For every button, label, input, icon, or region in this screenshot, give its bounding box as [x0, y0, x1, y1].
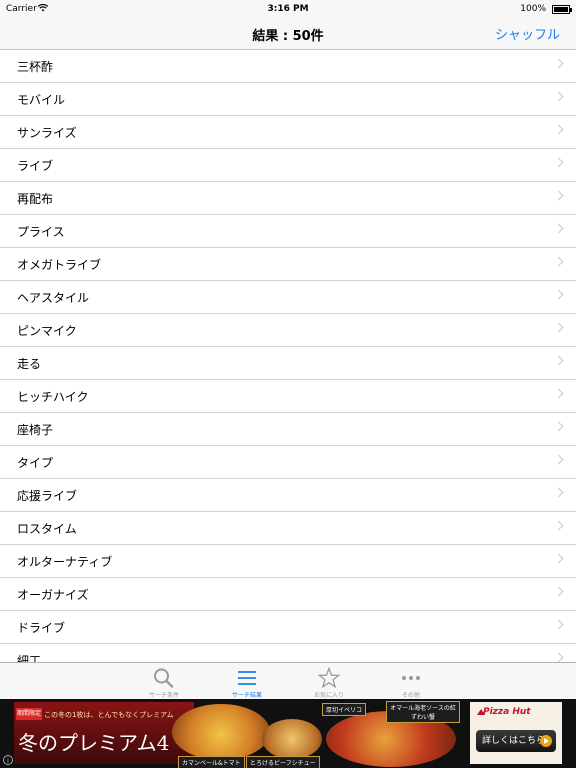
- tab-search-results[interactable]: サーチ結果: [207, 663, 287, 700]
- result-label: ピンマイク: [17, 324, 77, 338]
- tab-search-conditions[interactable]: サーチ条件: [124, 663, 204, 700]
- chevron-right-icon: [553, 586, 564, 597]
- result-row[interactable]: プライス: [0, 215, 576, 248]
- arrow-right-icon: [540, 735, 552, 747]
- result-label: サンライズ: [17, 126, 77, 140]
- navigation-bar: 結果 : 50件 シャッフル: [0, 20, 576, 50]
- chevron-right-icon: [553, 256, 564, 267]
- result-row[interactable]: タイプ: [0, 446, 576, 479]
- result-row[interactable]: 細工: [0, 644, 576, 662]
- result-row[interactable]: 走る: [0, 347, 576, 380]
- status-bar: Carrier 3:16 PM 100%: [0, 0, 576, 20]
- search-icon: [154, 668, 174, 688]
- ad-product-tag: 厚切イベリコ: [322, 703, 367, 716]
- result-row[interactable]: ヘアスタイル: [0, 281, 576, 314]
- result-row[interactable]: 座椅子: [0, 413, 576, 446]
- battery-percent: 100%: [520, 4, 546, 14]
- chevron-right-icon: [553, 553, 564, 564]
- result-list[interactable]: 三杯酢モバイルサンライズライブ再配布プライスオメガトライブ ヘアスタイル ピンマイク…: [0, 50, 576, 662]
- ad-catchphrase: この冬の1枚は、とんでもなくプレミアム: [44, 711, 174, 719]
- chevron-right-icon: [553, 388, 564, 399]
- result-label: 三杯酢: [17, 60, 54, 74]
- ad-headline: 冬のプレミアム4: [18, 731, 170, 755]
- status-time: 3:16 PM: [267, 4, 309, 14]
- ad-product-tag: カマンベール&トマト: [178, 756, 245, 768]
- result-label: 応援ライブ: [17, 489, 78, 503]
- result-label: 座椅子: [17, 423, 54, 437]
- chevron-right-icon: [553, 619, 564, 630]
- result-row[interactable]: 三杯酢: [0, 50, 576, 83]
- tab-label: お気に入り: [313, 692, 344, 699]
- ad-brand-logo: Pizza Hut: [483, 707, 531, 717]
- list-icon: [238, 671, 256, 685]
- shuffle-button[interactable]: シャッフル: [495, 24, 560, 43]
- result-row[interactable]: ロスタイム: [0, 512, 576, 545]
- tab-bar: サーチ条件 サーチ結果 お気に入り その他: [0, 662, 576, 700]
- chevron-right-icon: [553, 124, 564, 135]
- chevron-right-icon: [553, 487, 564, 498]
- result-row[interactable]: オルターナティブ: [0, 545, 576, 578]
- result-label: タイプ: [17, 456, 54, 470]
- result-label: 細工: [17, 654, 42, 662]
- ad-info-icon[interactable]: i: [3, 755, 13, 765]
- pizza-image: [172, 704, 270, 760]
- chevron-right-icon: [553, 652, 564, 662]
- result-label: ヘアスタイル: [17, 291, 90, 305]
- result-row[interactable]: 再配布: [0, 182, 576, 215]
- tab-other[interactable]: その他: [371, 663, 451, 700]
- chevron-right-icon: [553, 289, 564, 300]
- ad-details-button[interactable]: 詳しくはこちら: [476, 730, 556, 752]
- result-label: モバイル: [17, 93, 66, 107]
- tab-label: サーチ条件: [148, 692, 179, 699]
- chevron-right-icon: [553, 454, 564, 465]
- result-row[interactable]: モバイル: [0, 83, 576, 116]
- result-label: ヒッチハイク: [17, 390, 89, 404]
- chevron-right-icon: [553, 157, 564, 168]
- chevron-right-icon: [553, 190, 564, 201]
- chevron-right-icon: [553, 322, 564, 333]
- more-icon: [402, 676, 420, 680]
- result-row[interactable]: オメガトライブ: [0, 248, 576, 281]
- result-label: プライス: [17, 225, 65, 239]
- star-icon: [317, 667, 341, 689]
- result-row[interactable]: サンライズ: [0, 116, 576, 149]
- result-label: 再配布: [17, 192, 54, 206]
- ad-limited-badge: 期間限定: [16, 708, 42, 720]
- tab-label: サーチ結果: [231, 692, 262, 699]
- pizza-image: [262, 719, 322, 759]
- result-row[interactable]: オーガナイズ: [0, 578, 576, 611]
- chevron-right-icon: [553, 223, 564, 234]
- result-label: オルターナティブ: [17, 555, 113, 569]
- result-row[interactable]: 応援ライブ: [0, 479, 576, 512]
- result-label: ロスタイム: [17, 522, 77, 536]
- result-label: ドライブ: [17, 621, 66, 635]
- ad-banner[interactable]: 期間限定 この冬の1枚は、とんでもなくプレミアム 冬のプレミアム4 カマンベール…: [0, 699, 576, 768]
- chevron-right-icon: [553, 58, 564, 69]
- ad-details-label: 詳しくはこちら: [482, 736, 546, 746]
- result-row[interactable]: ヒッチハイク: [0, 380, 576, 413]
- ad-product-tag: とろけるビーフシチュー: [246, 756, 320, 768]
- chevron-right-icon: [553, 520, 564, 531]
- result-row[interactable]: ライブ: [0, 149, 576, 182]
- result-row[interactable]: ドライブ: [0, 611, 576, 644]
- result-row[interactable]: ピンマイク: [0, 314, 576, 347]
- ad-product-tag: オマール海老ソースの紅ずわい蟹: [386, 701, 460, 723]
- chevron-right-icon: [553, 91, 564, 102]
- result-label: オーガナイズ: [17, 588, 89, 602]
- page-title: 結果 : 50件: [252, 29, 324, 44]
- tab-label: その他: [401, 692, 420, 699]
- tab-favorites[interactable]: お気に入り: [289, 663, 369, 700]
- battery-icon: [552, 5, 572, 14]
- chevron-right-icon: [553, 355, 564, 366]
- chevron-right-icon: [553, 421, 564, 432]
- result-label: ライブ: [17, 159, 54, 173]
- result-label: 走る: [17, 357, 42, 371]
- result-label: オメガトライブ: [17, 258, 102, 272]
